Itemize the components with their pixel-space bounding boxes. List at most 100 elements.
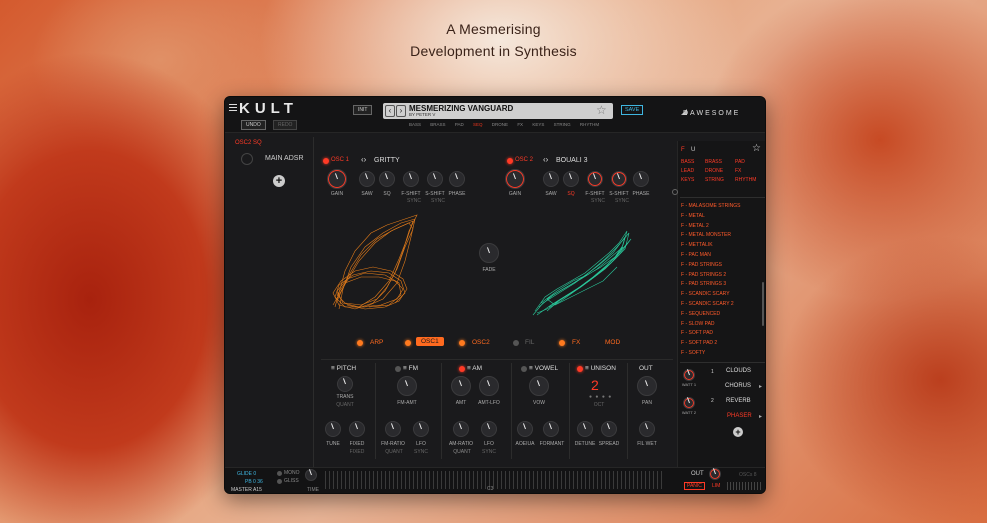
out-filwet-knob[interactable]	[639, 421, 655, 437]
vowel-vow-knob[interactable]	[529, 376, 549, 396]
fx-reverb[interactable]: REVERB	[726, 398, 751, 404]
out-pan-knob[interactable]	[637, 376, 657, 396]
osc2-tab-power-icon[interactable]	[459, 340, 465, 346]
add-mod-button[interactable]: +	[273, 175, 285, 187]
browser-filter-u[interactable]: U	[691, 147, 695, 153]
unison-voices-value[interactable]: 2	[591, 377, 599, 393]
fil-power-icon[interactable]	[513, 340, 519, 346]
preset-list-item[interactable]: F - SCANDIC SCARY 2	[681, 300, 761, 310]
preset-list-item[interactable]: F - METTALIK	[681, 241, 761, 251]
category-seq[interactable]: SEQ	[473, 122, 483, 127]
browser-cat-string[interactable]: STRING	[705, 176, 735, 185]
save-button[interactable]: SAVE	[621, 105, 644, 115]
browser-cat-brass[interactable]: BRASS	[705, 158, 735, 167]
init-button[interactable]: INIT	[353, 105, 373, 115]
am-power-icon[interactable]	[459, 366, 465, 372]
pitch-trans-knob[interactable]	[337, 376, 353, 392]
tab-mod[interactable]: MOD	[605, 339, 620, 346]
preset-list-item[interactable]: F - SOFT PAD 2	[681, 339, 761, 349]
mono-label[interactable]: MONO	[284, 470, 300, 476]
fm-quant-toggle[interactable]: QUANT	[381, 449, 407, 455]
favorite-star-icon[interactable]: ☆	[596, 103, 607, 117]
tab-fx[interactable]: FX	[572, 339, 580, 346]
browser-cat-bass[interactable]: BASS	[681, 158, 705, 167]
browser-cat-pad[interactable]: PAD	[735, 158, 759, 167]
am-ratio-knob[interactable]	[453, 421, 469, 437]
fm-amt-knob[interactable]	[397, 376, 417, 396]
fm-power-icon[interactable]	[395, 366, 401, 372]
mono-toggle-icon[interactable]	[277, 471, 282, 476]
pitch-quant-toggle[interactable]: QUANT	[333, 402, 357, 408]
preset-selector[interactable]: ‹ › MESMERIZING VANGUARD BY PETER V ☆	[383, 103, 613, 119]
menu-icon[interactable]	[229, 104, 237, 111]
vowel-aoeiua-knob[interactable]	[517, 421, 533, 437]
fx-watt1-knob[interactable]	[683, 369, 695, 381]
browser-cat-keys[interactable]: KEYS	[681, 176, 705, 185]
tab-osc2[interactable]: OSC2	[472, 339, 490, 346]
vowel-formant-knob[interactable]	[543, 421, 559, 437]
category-fx[interactable]: FX	[517, 122, 523, 127]
fx-phaser-arrow-icon[interactable]: ▸	[759, 413, 762, 420]
fm-sync-toggle[interactable]: SYNC	[409, 449, 433, 455]
master-tuning-readout[interactable]: MASTER A15	[231, 487, 262, 493]
prev-preset-icon[interactable]: ‹	[385, 105, 395, 117]
osc1-saw-knob[interactable]	[359, 171, 375, 187]
gliss-toggle-icon[interactable]	[277, 479, 282, 484]
preset-list-item[interactable]: F - SOFTY	[681, 349, 761, 359]
preset-list-item[interactable]: F - PAD STRINGS	[681, 261, 761, 271]
osc1-model-arrows-icon[interactable]: ‹›	[361, 155, 366, 164]
preset-list-item[interactable]: F - PAC MAN	[681, 251, 761, 261]
fm-ratio-knob[interactable]	[385, 421, 401, 437]
fade-knob[interactable]	[479, 243, 499, 263]
pitch-fixed-knob[interactable]	[349, 421, 365, 437]
preset-list-item[interactable]: F - SLOW PAD	[681, 320, 761, 330]
browser-cat-rhythm[interactable]: RHYTHM	[735, 176, 759, 185]
preset-list-item[interactable]: F - MALASOME STRINGS	[681, 202, 761, 212]
browser-search-icon[interactable]	[672, 189, 678, 195]
preset-list-item[interactable]: F - SOFT PAD	[681, 329, 761, 339]
osc1-phase-knob[interactable]	[449, 171, 465, 187]
osc2-model-arrows-icon[interactable]: ‹›	[543, 155, 548, 164]
osc2-sync1[interactable]: SYNC	[587, 198, 609, 204]
preset-list-item[interactable]: F - METAL 2	[681, 222, 761, 232]
preset-list-item[interactable]: F - PAD STRINGS 3	[681, 280, 761, 290]
pitch-fixed-toggle[interactable]: FIXED	[345, 449, 369, 455]
fx-watt2-knob[interactable]	[683, 397, 695, 409]
keyboard-strip[interactable]	[325, 471, 665, 489]
category-pad[interactable]: PAD	[455, 122, 464, 127]
browser-favorites-star-icon[interactable]: ☆	[752, 143, 761, 154]
unison-detune-knob[interactable]	[577, 421, 593, 437]
fm-lfo-knob[interactable]	[413, 421, 429, 437]
osc1-power-icon[interactable]	[323, 158, 329, 164]
osc1-tab[interactable]: OSC 1	[331, 157, 349, 163]
fx-chorus[interactable]: CHORUS	[725, 383, 751, 389]
osc2-sync2[interactable]: SYNC	[611, 198, 633, 204]
am-lfo-knob[interactable]	[481, 421, 497, 437]
osc2-model[interactable]: BOUALI 3	[556, 157, 588, 164]
next-preset-icon[interactable]: ›	[396, 105, 406, 117]
category-bass[interactable]: BASS	[409, 122, 421, 127]
am-amt-lfo-knob[interactable]	[479, 376, 499, 396]
tab-osc1[interactable]: OSC1	[416, 337, 444, 346]
unison-power-icon[interactable]	[577, 366, 583, 372]
preset-list-item[interactable]: F - SCANDIC SCARY	[681, 290, 761, 300]
fx-phaser[interactable]: PHASER	[727, 413, 752, 419]
osc1-sq-knob[interactable]	[379, 171, 395, 187]
osc2-sshift-knob[interactable]	[611, 171, 627, 187]
category-brass[interactable]: BRASS	[430, 122, 445, 127]
category-string[interactable]: STRING	[554, 122, 571, 127]
master-out-knob[interactable]	[709, 468, 721, 480]
browser-cat-fx[interactable]: FX	[735, 167, 759, 176]
preset-list-item[interactable]: F - SEQUENCED	[681, 310, 761, 320]
preset-list-item[interactable]: F - METAL	[681, 212, 761, 222]
osc2-gain-knob[interactable]	[505, 169, 525, 189]
unison-oct-toggle[interactable]: OCT	[587, 402, 611, 408]
am-quant-toggle[interactable]: QUANT	[449, 449, 475, 455]
osc2-phase-knob[interactable]	[633, 171, 649, 187]
osc2-power-icon[interactable]	[507, 158, 513, 164]
browser-cat-drone[interactable]: DRONE	[705, 167, 735, 176]
pitch-tune-knob[interactable]	[325, 421, 341, 437]
tab-arp[interactable]: ARP	[370, 339, 383, 346]
panic-button[interactable]: PANIC	[684, 482, 705, 490]
vowel-power-icon[interactable]	[521, 366, 527, 372]
